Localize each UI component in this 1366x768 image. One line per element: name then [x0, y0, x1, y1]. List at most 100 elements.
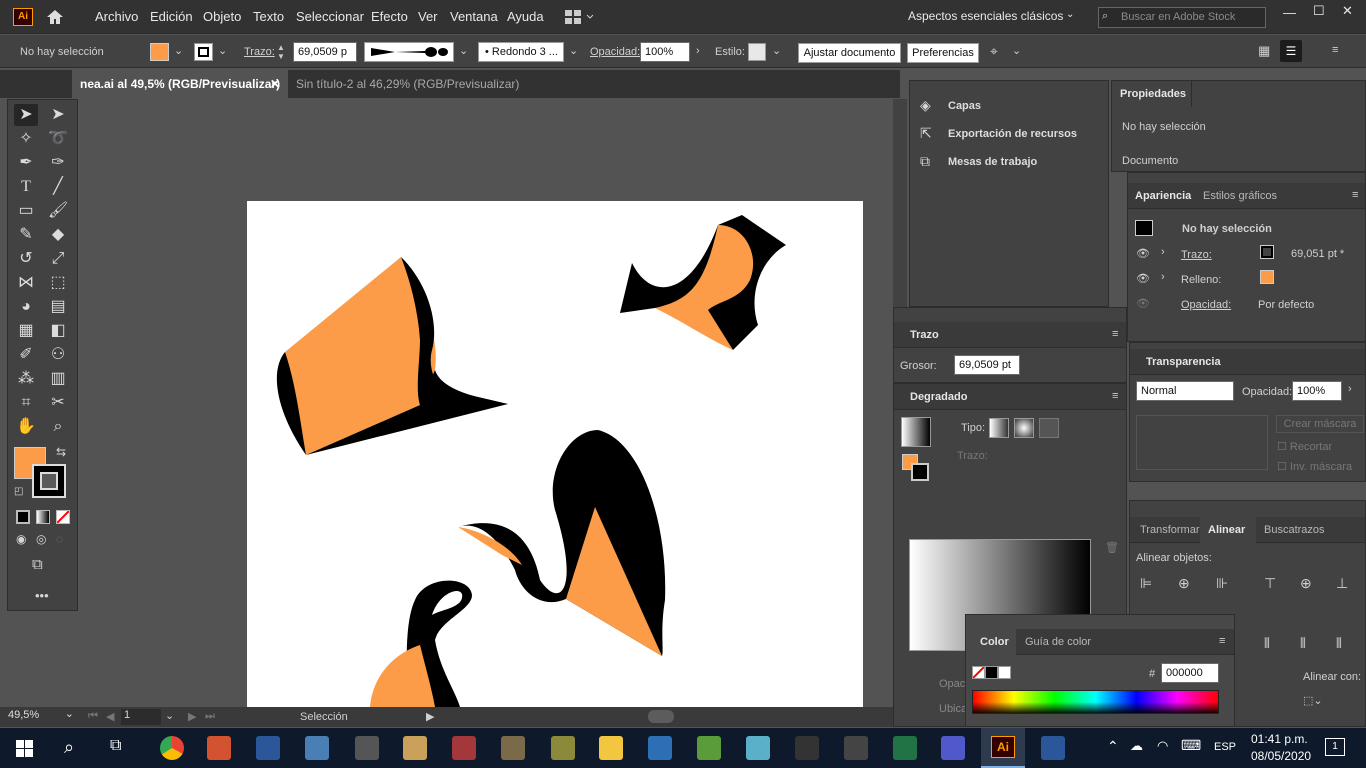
- type-tool-icon[interactable]: T: [14, 176, 38, 198]
- swap-colors-icon[interactable]: ⇆: [56, 445, 66, 459]
- grid-icon[interactable]: ▦: [1258, 43, 1270, 59]
- first-page-icon[interactable]: ⏮: [88, 710, 98, 723]
- selection-tool-icon[interactable]: ➤: [14, 104, 38, 126]
- blend-mode-select[interactable]: Normal: [1136, 381, 1234, 401]
- tab-alinear[interactable]: Alinear: [1200, 517, 1256, 543]
- page-input[interactable]: 1: [121, 709, 161, 725]
- zoom-tool-icon[interactable]: ⌕: [46, 416, 70, 438]
- magic-wand-tool-icon[interactable]: ✧: [14, 128, 38, 150]
- stroke-weight-field[interactable]: 69,0509 pt: [954, 355, 1020, 375]
- stroke-stepper[interactable]: ▲ ▼: [277, 43, 291, 63]
- close-icon[interactable]: ✕: [270, 70, 280, 98]
- chevron-right-icon[interactable]: ›: [696, 45, 700, 57]
- dock-item-capas[interactable]: ◈ Capas: [920, 97, 1100, 117]
- distribute-icon[interactable]: ⫴: [1264, 635, 1270, 652]
- black-swatch[interactable]: [985, 666, 998, 679]
- horizontal-scrollbar[interactable]: [455, 710, 875, 723]
- menu-objeto[interactable]: Objeto: [203, 9, 241, 24]
- style-swatch[interactable]: [748, 43, 766, 61]
- menu-ventana[interactable]: Ventana: [450, 9, 498, 24]
- artboard[interactable]: [247, 201, 863, 707]
- transparency-panel-title[interactable]: Transparencia: [1146, 356, 1221, 368]
- chevron-down-icon[interactable]: ⌄: [1012, 44, 1021, 57]
- onedrive-icon[interactable]: ☁: [1130, 738, 1143, 754]
- wifi-icon[interactable]: ◠: [1157, 738, 1168, 754]
- gradient-tool-icon[interactable]: ◧: [46, 320, 70, 342]
- stock-search-input[interactable]: ⌕ Buscar en Adobe Stock: [1098, 7, 1266, 28]
- gradient-preview-swatch[interactable]: [901, 417, 931, 447]
- chevron-up-icon[interactable]: ⌃: [1107, 738, 1119, 755]
- panel-menu-icon[interactable]: ≡: [1112, 328, 1118, 340]
- menu-archivo[interactable]: Archivo: [95, 9, 138, 24]
- transparency-opacity-input[interactable]: 100%: [1292, 381, 1342, 401]
- status-menu-icon[interactable]: ▶: [426, 710, 434, 723]
- gradient-panel-title[interactable]: Degradado: [910, 391, 967, 403]
- minimize-button[interactable]: —: [1283, 5, 1296, 20]
- tab-transformar[interactable]: Transformar: [1140, 524, 1200, 536]
- appearance-fill-label[interactable]: Relleno:: [1181, 274, 1221, 286]
- paint-icon[interactable]: [403, 736, 427, 760]
- preferences-button[interactable]: Preferencias: [907, 43, 979, 63]
- file-explorer-icon[interactable]: [599, 736, 623, 760]
- word-icon[interactable]: [256, 736, 280, 760]
- maximize-button[interactable]: ☐: [1313, 3, 1325, 19]
- draw-normal-icon[interactable]: ◉: [16, 532, 26, 546]
- symbol-sprayer-tool-icon[interactable]: ⁂: [14, 368, 38, 390]
- next-page-icon[interactable]: ▶: [188, 710, 196, 723]
- eye-icon[interactable]: 👁: [1136, 247, 1150, 260]
- tab-apariencia[interactable]: Apariencia: [1135, 190, 1191, 202]
- tab-color[interactable]: Color: [966, 629, 1016, 655]
- screen-mode-icon[interactable]: ⧉: [32, 556, 43, 573]
- artboard-tool-icon[interactable]: ⌗: [14, 392, 38, 414]
- search-icon[interactable]: ⌕: [64, 737, 74, 758]
- blend-tool-icon[interactable]: ⚇: [46, 344, 70, 366]
- color-spectrum[interactable]: [972, 690, 1219, 714]
- clock-time[interactable]: 01:41 p.m.: [1251, 732, 1308, 746]
- slice-tool-icon[interactable]: ✂: [46, 392, 70, 414]
- remote-desktop-icon[interactable]: [305, 736, 329, 760]
- notifications-icon[interactable]: 1: [1325, 738, 1345, 756]
- chevron-down-icon[interactable]: ⌄: [174, 44, 183, 57]
- task-view-icon[interactable]: ⧉: [110, 737, 121, 755]
- none-mode-button[interactable]: [56, 510, 70, 524]
- more-tools-icon[interactable]: •••: [35, 588, 49, 603]
- create-mask-button[interactable]: Crear máscara: [1276, 415, 1364, 433]
- chevron-down-icon[interactable]: ⌄: [1066, 9, 1074, 20]
- rotate-tool-icon[interactable]: ↺: [14, 248, 38, 270]
- workspace-switcher[interactable]: Aspectos esenciales clásicos: [908, 9, 1063, 23]
- free-transform-tool-icon[interactable]: ⬚: [46, 272, 70, 294]
- linear-gradient-button[interactable]: [989, 418, 1009, 438]
- paintbrush-tool-icon[interactable]: 🖌: [46, 200, 70, 222]
- fill-swatch[interactable]: [150, 43, 169, 61]
- panel-menu-icon[interactable]: ≡: [1112, 390, 1118, 402]
- perspective-grid-tool-icon[interactable]: ▤: [46, 296, 70, 318]
- app-icon[interactable]: [844, 736, 868, 760]
- shaper-tool-icon[interactable]: ✎: [14, 224, 38, 246]
- stroke-profile-select[interactable]: [364, 42, 454, 62]
- menu-ver[interactable]: Ver: [418, 9, 438, 24]
- chevron-down-icon[interactable]: ⌄: [569, 44, 578, 57]
- project-icon[interactable]: [697, 736, 721, 760]
- chevron-down-icon[interactable]: ⌄: [165, 709, 174, 722]
- align-bottom-icon[interactable]: ⊥: [1336, 575, 1348, 592]
- tab-propiedades[interactable]: Propiedades: [1112, 81, 1192, 107]
- align-hcenter-icon[interactable]: ⊕: [1178, 575, 1190, 592]
- mesh-tool-icon[interactable]: ▦: [14, 320, 38, 342]
- align-left-icon[interactable]: ⊫: [1140, 575, 1152, 592]
- stroke-weight-input[interactable]: 69,0509 p: [293, 42, 357, 62]
- keyboard-icon[interactable]: ⌨: [1181, 737, 1201, 754]
- menu-ayuda[interactable]: Ayuda: [507, 9, 544, 24]
- opacity-input[interactable]: 100%: [640, 42, 690, 62]
- tab-buscatrazos[interactable]: Buscatrazos: [1264, 524, 1325, 536]
- chrome-icon[interactable]: [160, 736, 184, 760]
- white-swatch[interactable]: [998, 666, 1011, 679]
- freeform-gradient-button[interactable]: [1039, 418, 1059, 438]
- app-icon[interactable]: [795, 736, 819, 760]
- stroke-label[interactable]: Trazo:: [244, 46, 275, 58]
- visual-basic-icon[interactable]: [648, 736, 672, 760]
- tab-estilos-graficos[interactable]: Estilos gráficos: [1203, 190, 1277, 202]
- stroke-color-box[interactable]: [32, 464, 66, 498]
- prev-page-icon[interactable]: ◀: [106, 710, 114, 723]
- line-tool-icon[interactable]: ╱: [46, 176, 70, 198]
- align-right-icon[interactable]: ⊪: [1216, 575, 1228, 592]
